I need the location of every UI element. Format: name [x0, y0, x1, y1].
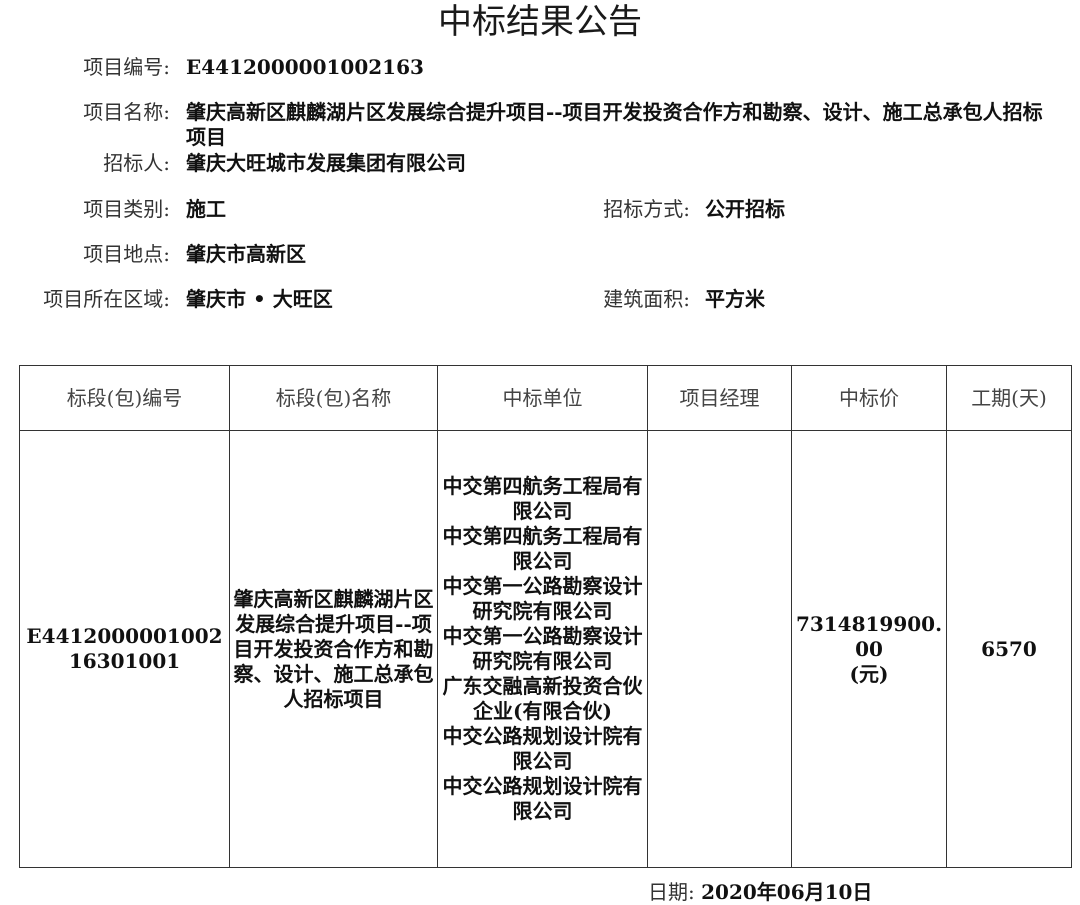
project-name-value: 肇庆高新区麒麟湖片区发展综合提升项目--项目开发投资合作方和勘察、设计、施工总承…	[186, 100, 1043, 149]
header-bid-price: 中标价	[791, 365, 947, 431]
section-code-cell: E441200000100216301001	[19, 430, 230, 868]
project-type-label: 项目类别:	[83, 197, 170, 221]
page-title: 中标结果公告	[438, 2, 642, 42]
header-project-manager: 项目经理	[647, 365, 792, 431]
bid-results-table: 标段(包)编号 标段(包)名称 中标单位 项目经理 中标价 工期(天) E441…	[19, 365, 1072, 868]
bidding-method-label: 招标方式:	[603, 197, 690, 221]
project-name-label: 项目名称:	[83, 100, 170, 124]
header-winning-bidder: 中标单位	[437, 365, 648, 431]
project-code-value: E4412000001002163	[186, 55, 424, 79]
project-manager-cell	[647, 430, 792, 868]
project-region-value: 肇庆市 • 大旺区	[186, 287, 333, 311]
duration-cell: 6570	[946, 430, 1072, 868]
winner-entry: 广东交融高新投资合伙企业(有限合伙)	[442, 674, 643, 723]
header-duration: 工期(天)	[946, 365, 1072, 431]
date-value: 2020年06月10日	[701, 880, 873, 904]
building-area-label: 建筑面积:	[603, 287, 690, 311]
project-location-label: 项目地点:	[83, 242, 170, 266]
winner-entry: 中交公路规划设计院有限公司	[442, 724, 643, 773]
announcement-date: 日期: 2020年06月10日	[648, 880, 888, 905]
table-header-row: 标段(包)编号 标段(包)名称 中标单位 项目经理 中标价 工期(天)	[19, 365, 1072, 431]
project-region-label: 项目所在区域:	[43, 287, 170, 311]
header-section-code: 标段(包)编号	[19, 365, 230, 431]
tenderer-value: 肇庆大旺城市发展集团有限公司	[186, 151, 466, 175]
bid-price-cell: 7314819900.00 (元)	[791, 430, 947, 868]
header-section-name: 标段(包)名称	[229, 365, 438, 431]
bid-price-amount: 7314819900.00	[795, 611, 943, 661]
project-type-value: 施工	[186, 197, 226, 221]
winner-entry: 中交第四航务工程局有限公司	[442, 524, 643, 573]
winner-entry: 中交公路规划设计院有限公司	[442, 774, 643, 823]
winner-entry: 中交第四航务工程局有限公司	[442, 474, 643, 523]
winner-entry: 中交第一公路勘察设计研究院有限公司	[442, 574, 643, 623]
project-location-value: 肇庆市高新区	[186, 242, 306, 266]
date-label: 日期:	[648, 880, 695, 904]
bid-price-unit: (元)	[849, 661, 889, 686]
building-area-value: 平方米	[705, 287, 765, 311]
project-code-label: 项目编号:	[83, 55, 170, 79]
section-name-cell: 肇庆高新区麒麟湖片区发展综合提升项目--项目开发投资合作方和勘察、设计、施工总承…	[229, 430, 438, 868]
table-row: E441200000100216301001 肇庆高新区麒麟湖片区发展综合提升项…	[19, 430, 1072, 868]
tenderer-label: 招标人:	[103, 151, 170, 175]
winner-entry: 中交第一公路勘察设计研究院有限公司	[442, 624, 643, 673]
winning-bidder-cell: 中交第四航务工程局有限公司 中交第四航务工程局有限公司 中交第一公路勘察设计研究…	[437, 430, 648, 868]
bidding-method-value: 公开招标	[705, 197, 785, 221]
